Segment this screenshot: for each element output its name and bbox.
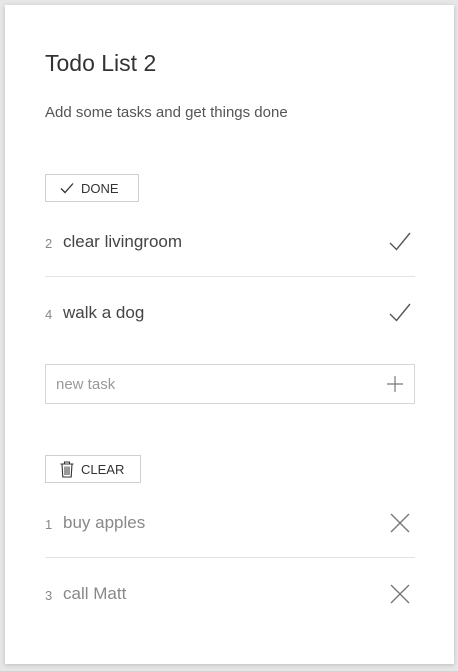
clear-button-label: CLEAR	[81, 461, 125, 477]
item-label: clear livingroom	[63, 232, 183, 251]
checkmark-icon[interactable]	[387, 229, 413, 255]
checkmark-icon[interactable]	[387, 300, 413, 326]
item-number: 3	[45, 588, 53, 603]
item-number: 1	[45, 517, 53, 532]
done-list: 2 clear livingroom 4 walk a dog	[45, 206, 415, 348]
todo-list: 1 buy apples 3 call Matt	[45, 487, 415, 629]
list-item: 2 clear livingroom	[45, 206, 415, 277]
item-number: 4	[45, 307, 53, 322]
new-task-field	[45, 364, 415, 404]
new-task-input[interactable]	[46, 365, 366, 403]
close-icon[interactable]	[387, 510, 413, 536]
close-icon[interactable]	[387, 581, 413, 607]
plus-icon[interactable]	[386, 375, 404, 393]
list-item: 3 call Matt	[45, 558, 415, 629]
item-label: walk a dog	[63, 303, 145, 322]
page-subtitle: Add some tasks and get things done	[45, 104, 288, 121]
done-button-label: DONE	[81, 180, 119, 196]
clear-button[interactable]: CLEAR	[45, 455, 141, 483]
item-label: buy apples	[63, 513, 146, 532]
item-label: call Matt	[63, 584, 127, 603]
page-title: Todo List 2	[45, 50, 157, 76]
item-number: 2	[45, 236, 53, 251]
checkmark-icon	[58, 179, 76, 197]
done-button[interactable]: DONE	[45, 174, 139, 202]
list-item: 4 walk a dog	[45, 277, 415, 348]
list-item: 1 buy apples	[45, 487, 415, 558]
trash-icon	[58, 460, 76, 478]
todo-card: Todo List 2 Add some tasks and get thing…	[5, 5, 454, 664]
